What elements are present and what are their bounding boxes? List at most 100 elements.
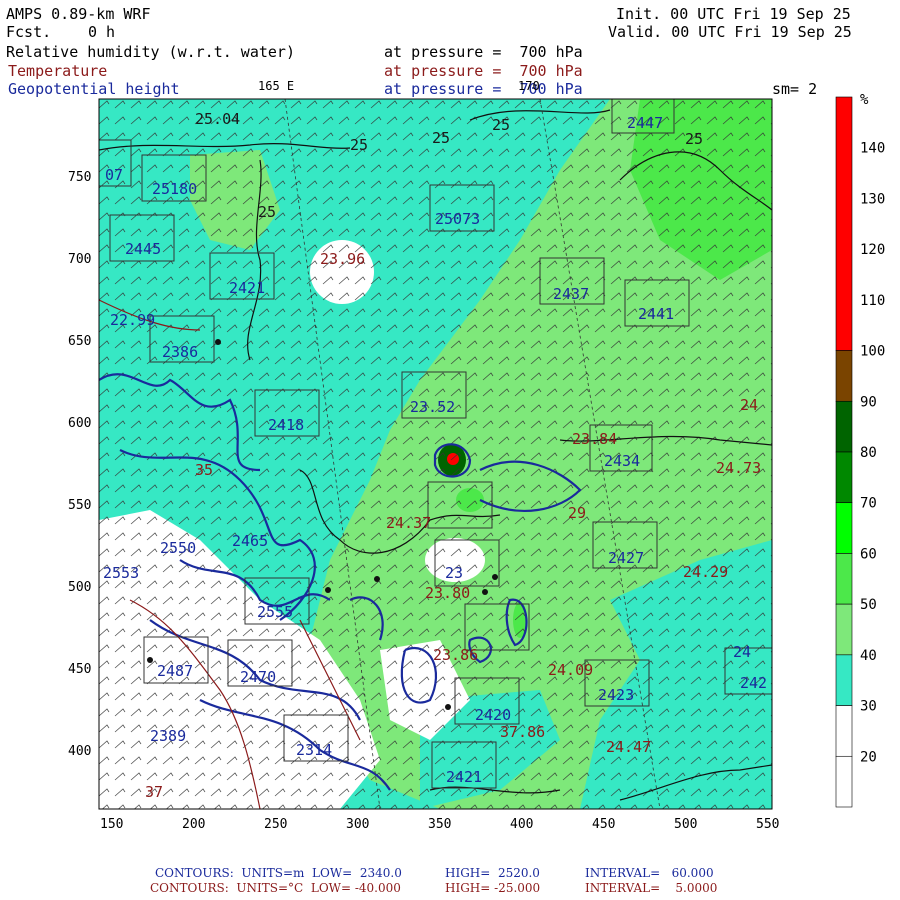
temp-label: 24 bbox=[740, 396, 758, 414]
colorbar-tick-label: 70 bbox=[860, 496, 877, 512]
temp-label: 25 bbox=[685, 130, 703, 148]
temp-label: 24.29 bbox=[683, 563, 728, 581]
colorbar-tick-label: 100 bbox=[860, 344, 885, 360]
colorbar-unit: % bbox=[860, 92, 869, 108]
colorbar-tick-label: 110 bbox=[860, 293, 885, 309]
colorbar-segment bbox=[835, 502, 853, 554]
temp-label: 24.37 bbox=[386, 514, 431, 532]
colorbar-tick-label: 30 bbox=[860, 699, 877, 715]
weather-map: 25.04 25 25 25 25 25 23.96 23.84 24.73 2… bbox=[68, 92, 885, 832]
colorbar-tick-label: 80 bbox=[860, 445, 877, 461]
geo-label: 2553 bbox=[103, 564, 139, 582]
geo-label: 2314 bbox=[296, 741, 332, 759]
colorbar-tick-label: 60 bbox=[860, 546, 877, 562]
geo-label: 2445 bbox=[125, 240, 161, 258]
temp-label: 37 bbox=[145, 783, 163, 801]
geo-label: 2427 bbox=[608, 549, 644, 567]
temp-label: 23.84 bbox=[572, 430, 617, 448]
x-tick-label: 250 bbox=[264, 817, 287, 832]
footer-temp-contours: CONTOURS: UNITS=°C LOW= -40.000 bbox=[150, 881, 401, 895]
geo-label: 2550 bbox=[160, 539, 196, 557]
x-tick-label: 400 bbox=[510, 817, 533, 832]
y-tick-label: 650 bbox=[68, 334, 91, 349]
geo-label: 25180 bbox=[152, 180, 197, 198]
geo-label: 2386 bbox=[162, 343, 198, 361]
colorbar-tick-label: 20 bbox=[860, 749, 877, 765]
map-plot-area bbox=[99, 99, 772, 809]
geo-label: 2418 bbox=[268, 416, 304, 434]
x-tick-label: 350 bbox=[428, 817, 451, 832]
colorbar-tick-label: 40 bbox=[860, 648, 877, 664]
colorbar-tick-label: 50 bbox=[860, 597, 877, 613]
geo-label: 2487 bbox=[157, 662, 193, 680]
temp-label: 29 bbox=[568, 504, 586, 522]
geo-label: 2555 bbox=[257, 603, 293, 621]
geo-label: 2423 bbox=[598, 686, 634, 704]
colorbar-segment bbox=[835, 705, 853, 757]
colorbar-segment bbox=[835, 451, 853, 504]
geo-label: 2421 bbox=[446, 768, 482, 786]
geo-label: 2437 bbox=[553, 285, 589, 303]
y-axis-ticks: 750 700 650 600 550 500 450 400 bbox=[68, 170, 91, 759]
x-tick-label: 500 bbox=[674, 817, 697, 832]
temp-label: 24.73 bbox=[716, 459, 761, 477]
geo-label: 23 bbox=[445, 564, 463, 582]
y-tick-label: 550 bbox=[68, 498, 91, 513]
y-tick-label: 600 bbox=[68, 416, 91, 431]
colorbar-segment bbox=[835, 553, 853, 605]
x-axis-ticks: 150 200 250 300 350 400 450 500 550 bbox=[100, 817, 779, 832]
colorbar: 140 130 120 110 100 90 80 70 60 50 40 30 20 bbox=[835, 96, 885, 808]
x-tick-label: 300 bbox=[346, 817, 369, 832]
colorbar-tick-label: 90 bbox=[860, 394, 877, 410]
temp-label: 23.86 bbox=[433, 646, 478, 664]
temp-label: 25 bbox=[350, 136, 368, 154]
geo-label: 24 bbox=[733, 643, 751, 661]
y-tick-label: 500 bbox=[68, 580, 91, 595]
geo-label: 2434 bbox=[604, 452, 640, 470]
geo-label: 23.52 bbox=[410, 398, 455, 416]
temp-label: 23.80 bbox=[425, 584, 470, 602]
colorbar-tick-label: 120 bbox=[860, 242, 885, 258]
colorbar-tick-label: 140 bbox=[860, 141, 885, 157]
colorbar-segment bbox=[835, 350, 853, 402]
temp-label: 37.86 bbox=[500, 723, 545, 741]
temp-label: 35 bbox=[195, 461, 213, 479]
colorbar-segment bbox=[835, 755, 853, 808]
colorbar-segment bbox=[835, 654, 853, 706]
temp-label: 23.96 bbox=[320, 250, 365, 268]
colorbar-segment bbox=[835, 400, 853, 453]
y-tick-label: 450 bbox=[68, 662, 91, 677]
geo-label: 2447 bbox=[627, 114, 663, 132]
x-tick-label: 150 bbox=[100, 817, 123, 832]
geo-label: 2470 bbox=[240, 668, 276, 686]
temp-label: 24.09 bbox=[548, 661, 593, 679]
footer-temp-interval: INTERVAL= 5.0000 bbox=[585, 881, 718, 895]
y-tick-label: 400 bbox=[68, 744, 91, 759]
y-tick-label: 750 bbox=[68, 170, 91, 185]
footer-geo-contours: CONTOURS: UNITS=m LOW= 2340.0 bbox=[155, 866, 402, 880]
x-tick-label: 550 bbox=[756, 817, 779, 832]
temp-label: 25 bbox=[492, 116, 510, 134]
temp-label: 25 bbox=[432, 129, 450, 147]
y-tick-label: 700 bbox=[68, 252, 91, 267]
geo-label: 2421 bbox=[229, 279, 265, 297]
colorbar-segment bbox=[835, 603, 853, 656]
geo-label: 242 bbox=[740, 674, 767, 692]
footer-geo-high: HIGH= 2520.0 bbox=[445, 866, 540, 880]
geo-label: 2420 bbox=[475, 706, 511, 724]
footer-geo-interval: INTERVAL= 60.000 bbox=[585, 866, 714, 880]
temp-label: 25.04 bbox=[195, 110, 240, 128]
geo-label: 07 bbox=[105, 166, 123, 184]
colorbar-tick-label: 130 bbox=[860, 191, 885, 207]
geo-label: 2441 bbox=[638, 305, 674, 323]
temp-label: 25 bbox=[258, 203, 276, 221]
footer-temp-high: HIGH= -25.000 bbox=[445, 881, 541, 895]
geo-label: 22.99 bbox=[110, 311, 155, 329]
geo-label: 2389 bbox=[150, 727, 186, 745]
geo-label: 2465 bbox=[232, 532, 268, 550]
geo-label: 25073 bbox=[435, 210, 480, 228]
colorbar-segment bbox=[835, 96, 853, 351]
temp-label: 24.47 bbox=[606, 738, 651, 756]
x-tick-label: 200 bbox=[182, 817, 205, 832]
x-tick-label: 450 bbox=[592, 817, 615, 832]
